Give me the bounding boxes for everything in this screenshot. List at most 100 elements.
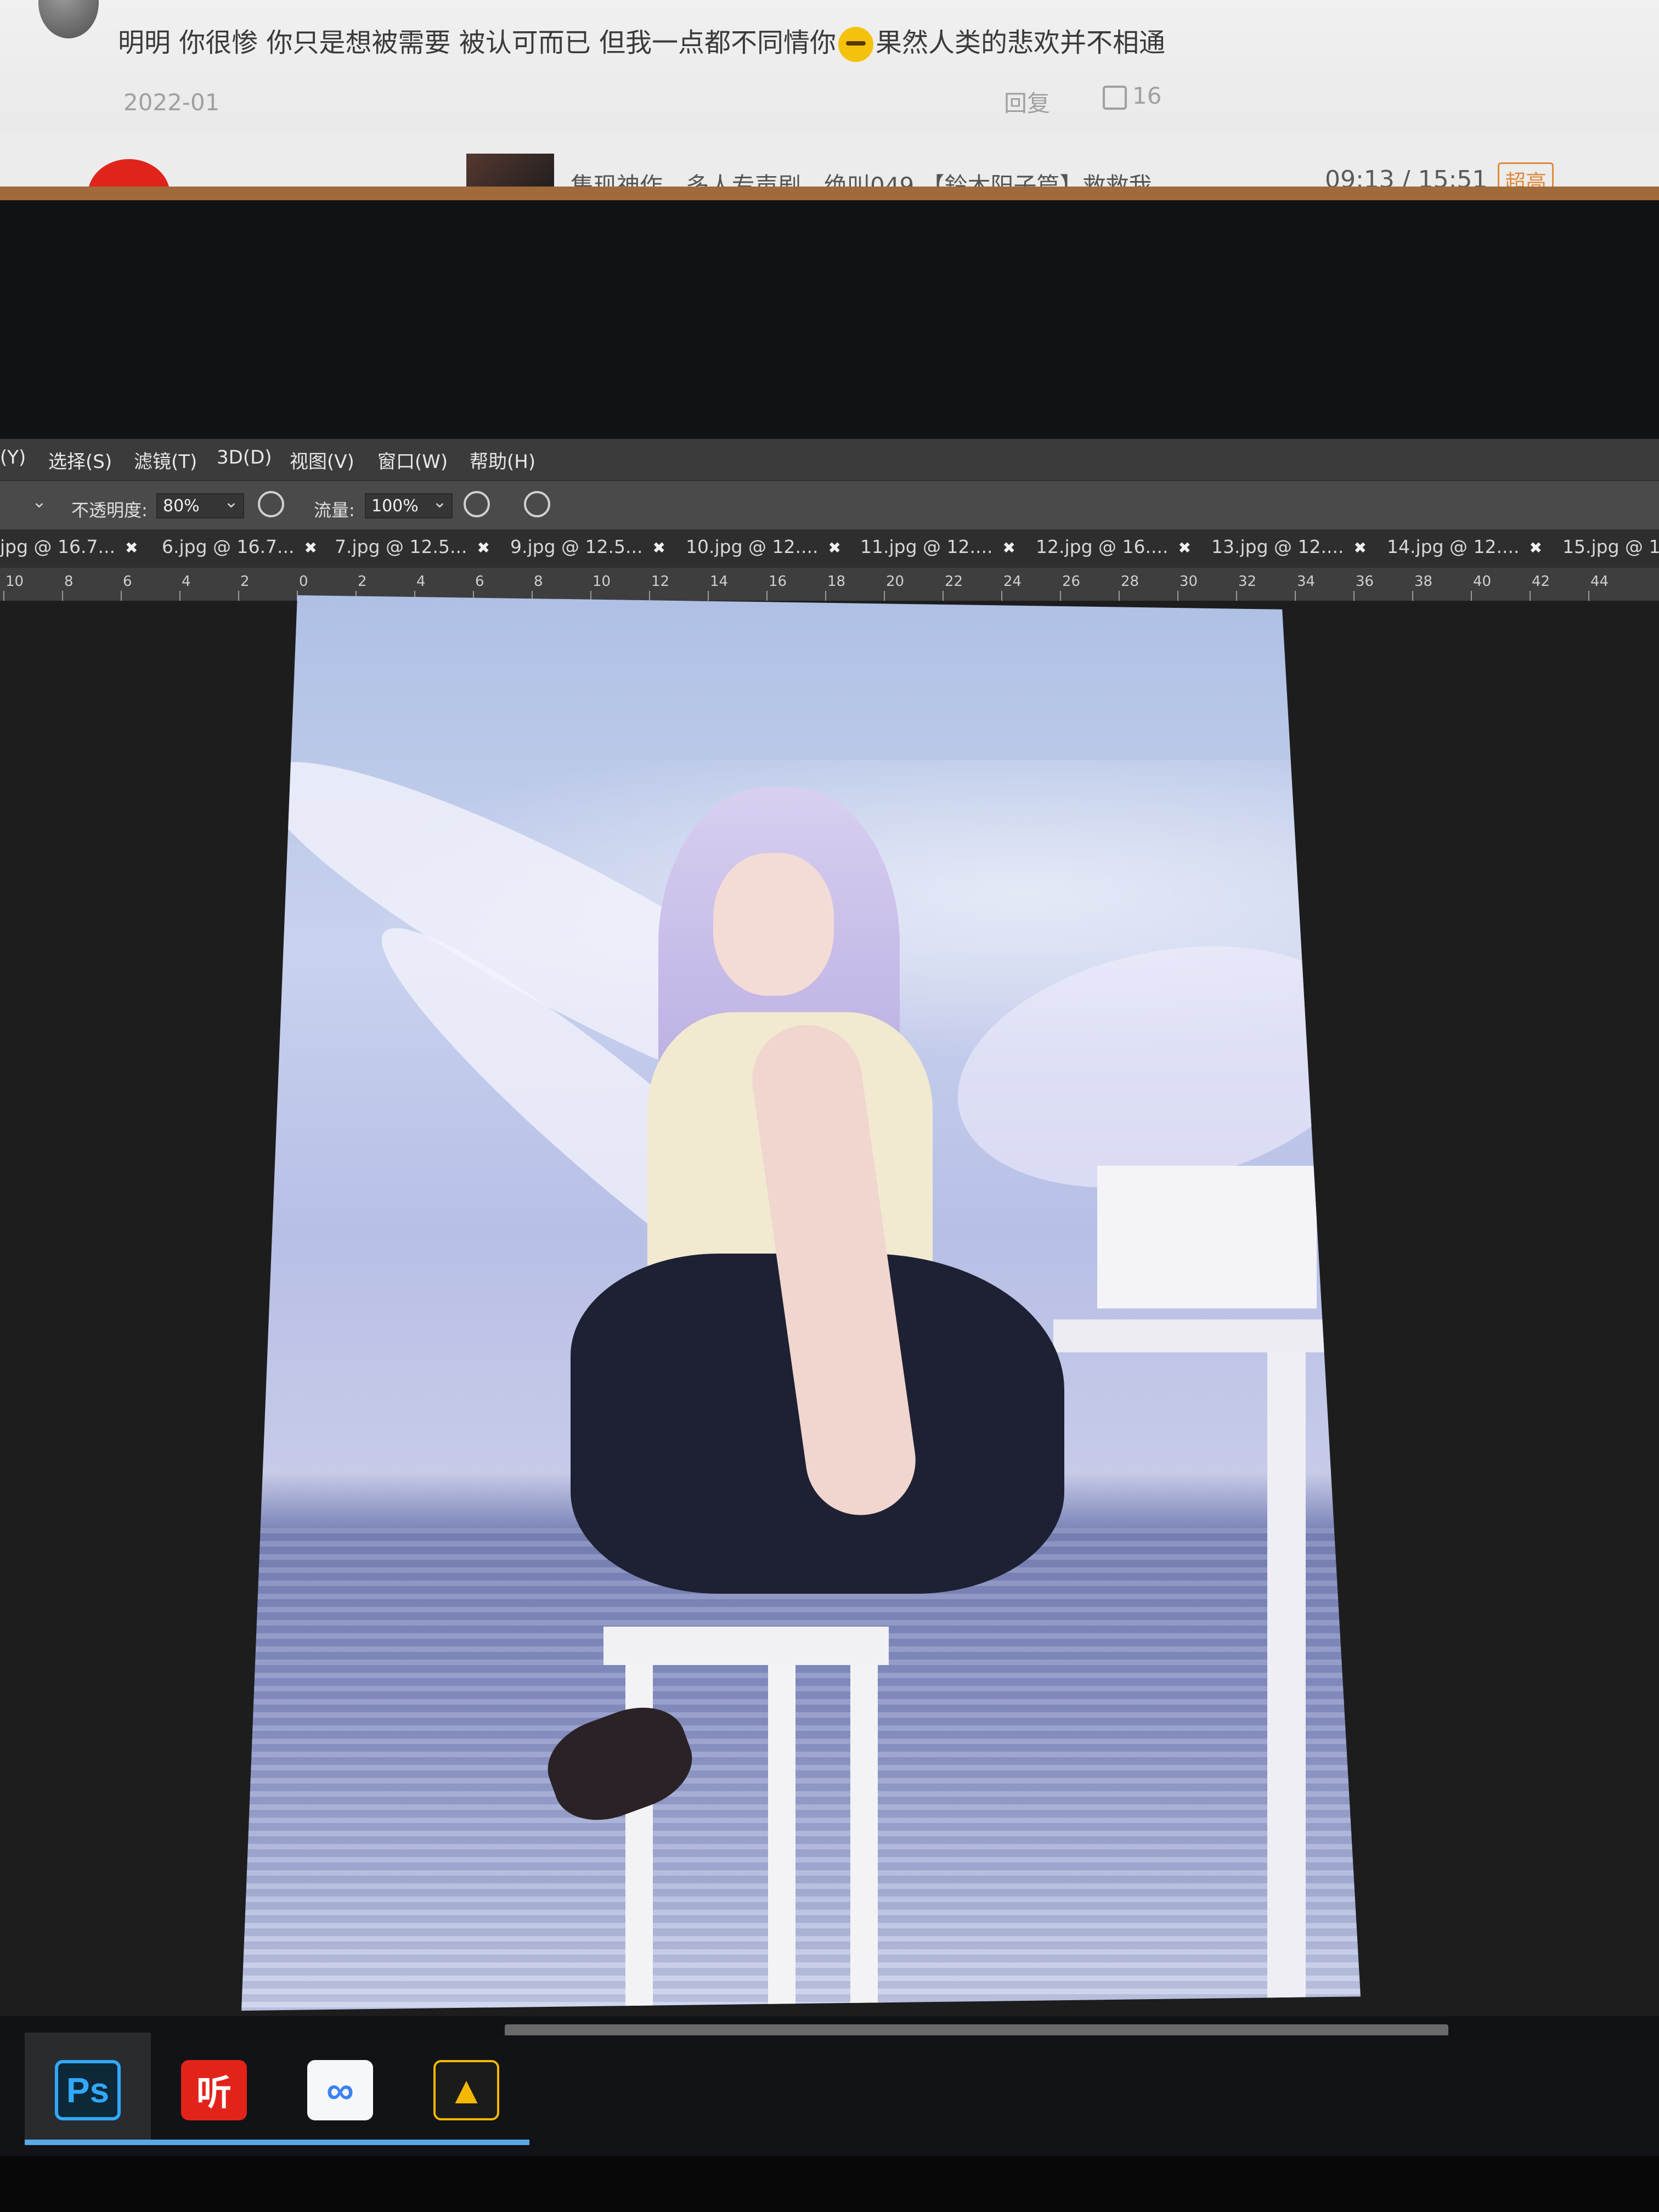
ruler-tick-label: 2 bbox=[358, 573, 367, 590]
white-table bbox=[1053, 1319, 1361, 1352]
ruler-tick-label: 22 bbox=[945, 573, 963, 590]
taskbar-cloud[interactable]: ∞ bbox=[277, 2033, 403, 2145]
ruler-tick-mark bbox=[1060, 591, 1061, 601]
ruler-tick-label: 10 bbox=[5, 573, 24, 590]
chevron-down-icon[interactable]: ⌄ bbox=[32, 491, 47, 512]
opacity-label: 不透明度: bbox=[71, 500, 148, 521]
ruler-tick-mark bbox=[708, 591, 709, 601]
taskbar-ting[interactable]: 听 bbox=[151, 2033, 277, 2145]
monitor-bottom-bezel bbox=[0, 2156, 1659, 2212]
ruler-tick-label: 24 bbox=[1003, 573, 1022, 590]
face bbox=[713, 853, 834, 996]
tab-label: 12.jpg @ 16.... bbox=[1036, 536, 1169, 557]
close-icon[interactable]: ✖ bbox=[125, 539, 138, 557]
tab-label: 6.jpg @ 16.7... bbox=[162, 536, 295, 557]
ruler-tick-mark bbox=[3, 591, 4, 601]
close-icon[interactable]: ✖ bbox=[304, 539, 317, 557]
ruler-tick-label: 42 bbox=[1532, 573, 1550, 590]
tab-document[interactable]: 10.jpg @ 12.... ✖ bbox=[686, 536, 841, 566]
ruler-tick-mark bbox=[1412, 591, 1413, 601]
sea bbox=[241, 1528, 1361, 2011]
cloud-icon: ∞ bbox=[307, 2060, 373, 2120]
video-title[interactable]: 集现神作，多人专声剧，绝叫049 【鈴木阳子篇】救救我...... bbox=[571, 167, 1196, 189]
taskbar-photoshop[interactable]: Ps bbox=[25, 2033, 151, 2145]
tab-document[interactable]: 12.jpg @ 16.... ✖ bbox=[1036, 536, 1191, 566]
tab-document[interactable]: 9.jpg @ 12.5... ✖ bbox=[510, 536, 665, 566]
table-leg bbox=[1267, 1352, 1306, 2011]
close-icon[interactable]: ✖ bbox=[477, 539, 489, 557]
album-icon: ▲ bbox=[433, 2060, 499, 2120]
ruler-tick-label: 30 bbox=[1180, 573, 1198, 590]
tab-label: 14.jpg @ 12.... bbox=[1387, 536, 1520, 557]
menu-select[interactable]: 选择(S) bbox=[48, 447, 112, 473]
ruler-tick-label: 36 bbox=[1356, 573, 1374, 590]
chevron-down-icon[interactable]: ⌄ bbox=[432, 491, 447, 512]
tab-label: 11.jpg @ 12.... bbox=[860, 536, 993, 557]
ruler-tick-label: 28 bbox=[1121, 573, 1139, 590]
ruler-tick-mark bbox=[1353, 591, 1355, 601]
tab-document[interactable]: 13.jpg @ 12.... ✖ bbox=[1211, 536, 1367, 566]
tab-document[interactable]: jpg @ 16.7... ✖ bbox=[0, 536, 138, 566]
menu-3d[interactable]: 3D(D) bbox=[217, 447, 272, 469]
comment-date: 2022-01 bbox=[123, 89, 220, 116]
ruler-tick-label: 20 bbox=[886, 573, 905, 590]
ruler-tick-mark bbox=[121, 591, 122, 601]
comment-text: 明明 你很惨 你只是想被需要 被认可而已 但我一点都不同情你 果然人类的悲欢并不相… bbox=[118, 21, 1165, 62]
tab-label: 10.jpg @ 12.... bbox=[686, 536, 819, 557]
pressure-opacity-icon[interactable] bbox=[258, 491, 284, 517]
tab-document[interactable]: 6.jpg @ 16.7... ✖ bbox=[162, 536, 317, 566]
close-icon[interactable]: ✖ bbox=[652, 539, 665, 557]
active-indicator bbox=[151, 2140, 277, 2145]
ruler-tick-mark bbox=[943, 591, 944, 601]
avatar[interactable] bbox=[38, 0, 99, 38]
ruler-tick-label: 44 bbox=[1590, 573, 1609, 590]
close-icon[interactable]: ✖ bbox=[1353, 539, 1366, 557]
document-canvas[interactable] bbox=[241, 595, 1361, 2011]
menu-help[interactable]: 帮助(H) bbox=[470, 447, 535, 473]
ruler-tick-mark bbox=[1295, 591, 1296, 601]
chevron-down-icon[interactable]: ⌄ bbox=[224, 491, 239, 512]
ruler-tick-label: 12 bbox=[651, 573, 670, 590]
taskbar-album[interactable]: ▲ bbox=[403, 2033, 529, 2145]
pressure-size-icon[interactable] bbox=[524, 491, 550, 517]
ruler-tick-label: 4 bbox=[182, 573, 191, 590]
ruler-tick-label: 4 bbox=[416, 573, 426, 590]
menu-view[interactable]: 视图(V) bbox=[290, 447, 354, 473]
close-icon[interactable]: ✖ bbox=[1529, 539, 1542, 557]
menu-window[interactable]: 窗口(W) bbox=[377, 447, 448, 473]
ruler-tick-label: 26 bbox=[1062, 573, 1081, 590]
video-time: 09:13 / 15:51 bbox=[1325, 166, 1488, 189]
tab-document[interactable]: 15.jpg @ 16 bbox=[1562, 536, 1659, 566]
ruler-tick-label: 2 bbox=[240, 573, 250, 590]
ruler-tick-mark bbox=[649, 591, 650, 601]
reply-button[interactable]: 回复 bbox=[1004, 85, 1050, 119]
like-button[interactable]: 16 bbox=[1103, 82, 1161, 110]
tab-document[interactable]: 11.jpg @ 12.... ✖ bbox=[860, 536, 1015, 566]
options-bar: ⌄ 不透明度: 80% ⌄ 流量: 100% ⌄ bbox=[0, 480, 1659, 531]
tab-label: 9.jpg @ 12.5... bbox=[510, 536, 643, 557]
ruler-tick-mark bbox=[884, 591, 885, 601]
tab-document[interactable]: 14.jpg @ 12.... ✖ bbox=[1387, 536, 1542, 566]
ruler-tick-mark bbox=[1471, 591, 1472, 601]
ruler-tick-mark bbox=[590, 591, 591, 601]
tab-label: 13.jpg @ 12.... bbox=[1211, 536, 1344, 557]
menu-type[interactable]: (Y) bbox=[0, 447, 26, 469]
ruler-tick-label: 8 bbox=[534, 573, 543, 590]
white-stool bbox=[603, 1627, 889, 1665]
ruler-tick-mark bbox=[1530, 591, 1531, 601]
thumbs-up-icon bbox=[1103, 85, 1127, 110]
menu-filter[interactable]: 滤镜(T) bbox=[134, 447, 197, 473]
ting-icon: 听 bbox=[181, 2060, 247, 2120]
ruler-tick-label: 14 bbox=[710, 573, 729, 590]
ruler-tick-mark bbox=[766, 591, 768, 601]
close-icon[interactable]: ✖ bbox=[828, 539, 840, 557]
ruler-tick-mark bbox=[1001, 591, 1002, 601]
ruler-tick-label: 34 bbox=[1297, 573, 1316, 590]
airbrush-icon[interactable] bbox=[464, 491, 490, 517]
quality-badge[interactable]: 超高 bbox=[1498, 162, 1554, 189]
close-icon[interactable]: ✖ bbox=[1002, 539, 1015, 557]
video-thumbnail[interactable] bbox=[466, 154, 554, 189]
horizontal-ruler[interactable]: 10 8 6 4 2 0 2 4 6 8 10 12 14 16 18 20 22 24 26 28 30 32 34 36 3… bbox=[0, 568, 1659, 602]
close-icon[interactable]: ✖ bbox=[1178, 539, 1190, 557]
tab-document[interactable]: 7.jpg @ 12.5... ✖ bbox=[335, 536, 490, 566]
